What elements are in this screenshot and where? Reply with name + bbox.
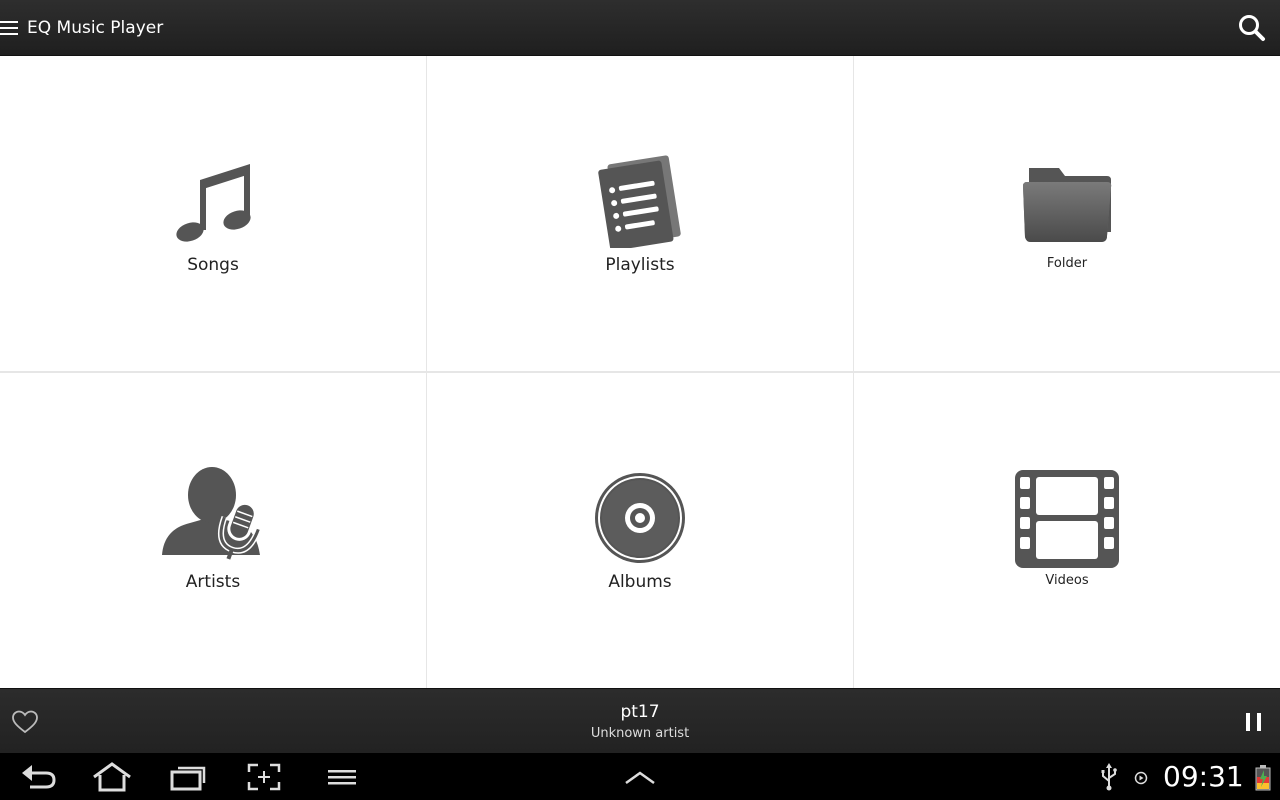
menu-button[interactable] — [0, 17, 20, 39]
app-bar: EQ Music Player — [0, 0, 1280, 56]
search-icon — [1239, 15, 1265, 41]
home-button[interactable] — [90, 761, 134, 793]
battery-icon — [1255, 765, 1271, 791]
battery-status — [1254, 761, 1272, 793]
pause-button[interactable] — [1242, 711, 1266, 733]
hamburger-icon — [0, 21, 18, 35]
now-playing-bar[interactable]: pt17 Unknown artist — [0, 688, 1280, 753]
system-nav-bar: 09:31 — [0, 753, 1280, 800]
usb-icon — [1101, 763, 1117, 791]
chevron-up-icon — [625, 771, 655, 785]
back-button[interactable] — [20, 761, 58, 793]
film-strip-icon — [1015, 470, 1119, 568]
clock: 09:31 — [1163, 760, 1244, 793]
tile-albums[interactable]: Albums — [427, 373, 853, 688]
track-title: pt17 — [620, 702, 660, 722]
tile-videos[interactable]: Videos — [854, 373, 1280, 688]
tile-artists[interactable]: Artists — [0, 373, 426, 688]
screenshot-icon — [247, 763, 281, 791]
expand-button[interactable] — [622, 761, 658, 793]
track-artist: Unknown artist — [590, 726, 690, 741]
tile-artists-label: Artists — [185, 572, 241, 592]
recent-apps-button[interactable] — [168, 761, 208, 793]
pause-icon — [1246, 713, 1261, 731]
tile-songs[interactable]: Songs — [0, 56, 426, 371]
favorite-button[interactable] — [11, 709, 39, 735]
search-button[interactable] — [1236, 12, 1268, 44]
media-status — [1132, 761, 1150, 793]
album-disc-icon — [595, 473, 685, 563]
heart-icon — [12, 710, 38, 734]
music-note-icon — [176, 164, 251, 242]
tile-playlists-label: Playlists — [605, 255, 675, 275]
home-icon — [93, 762, 131, 792]
screenshot-button[interactable] — [246, 761, 282, 793]
tile-folder-label: Folder — [1046, 256, 1088, 271]
tile-songs-label: Songs — [187, 255, 239, 275]
tile-folder[interactable]: Folder — [854, 56, 1280, 371]
menu-nav-button[interactable] — [326, 761, 358, 793]
tile-videos-label: Videos — [1045, 573, 1089, 588]
tile-albums-label: Albums — [608, 572, 672, 592]
media-icon — [1134, 771, 1148, 785]
artist-mic-icon — [162, 467, 262, 560]
back-icon — [22, 765, 56, 789]
recent-apps-icon — [170, 766, 206, 791]
usb-status — [1098, 761, 1120, 793]
playlist-icon — [598, 155, 681, 248]
category-grid: Songs Playlists Folder Artists Albums Vi… — [0, 56, 1280, 688]
menu-icon — [328, 770, 356, 785]
tile-playlists[interactable]: Playlists — [427, 56, 853, 371]
app-title: EQ Music Player — [27, 18, 164, 38]
folder-icon — [1023, 168, 1112, 242]
